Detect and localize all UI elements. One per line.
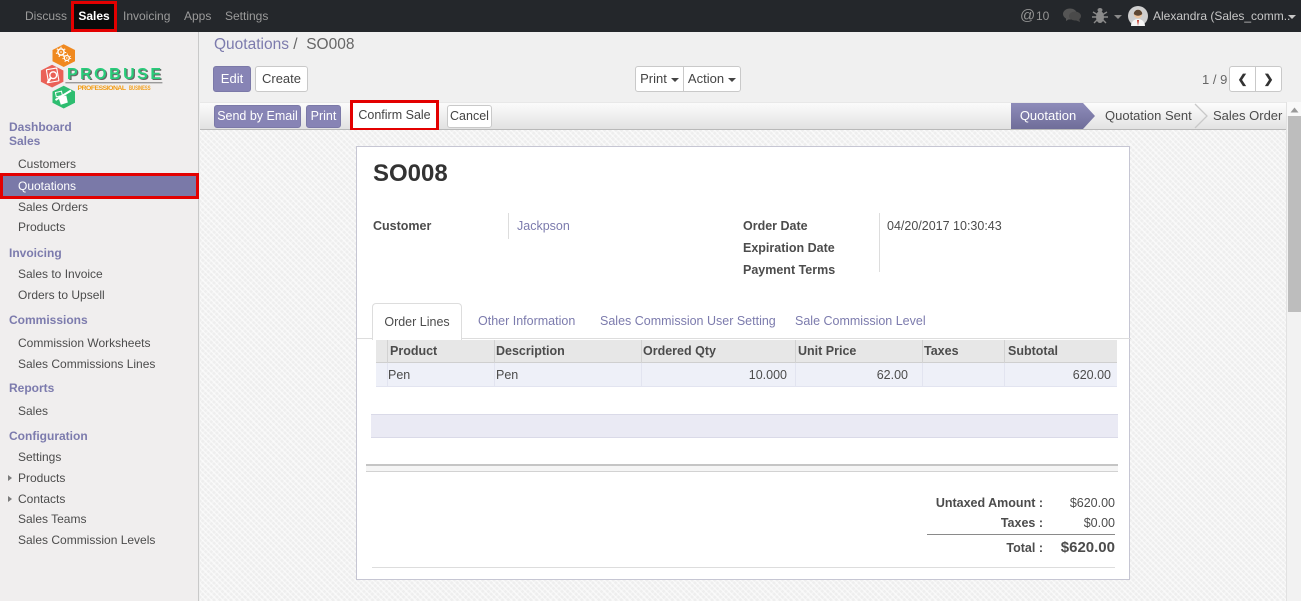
svg-text:PROBUSE: PROBUSE	[67, 66, 161, 83]
svg-text:PROFESSIONAL: PROFESSIONAL	[78, 85, 127, 92]
svg-text:BUSINESS: BUSINESS	[129, 85, 151, 92]
